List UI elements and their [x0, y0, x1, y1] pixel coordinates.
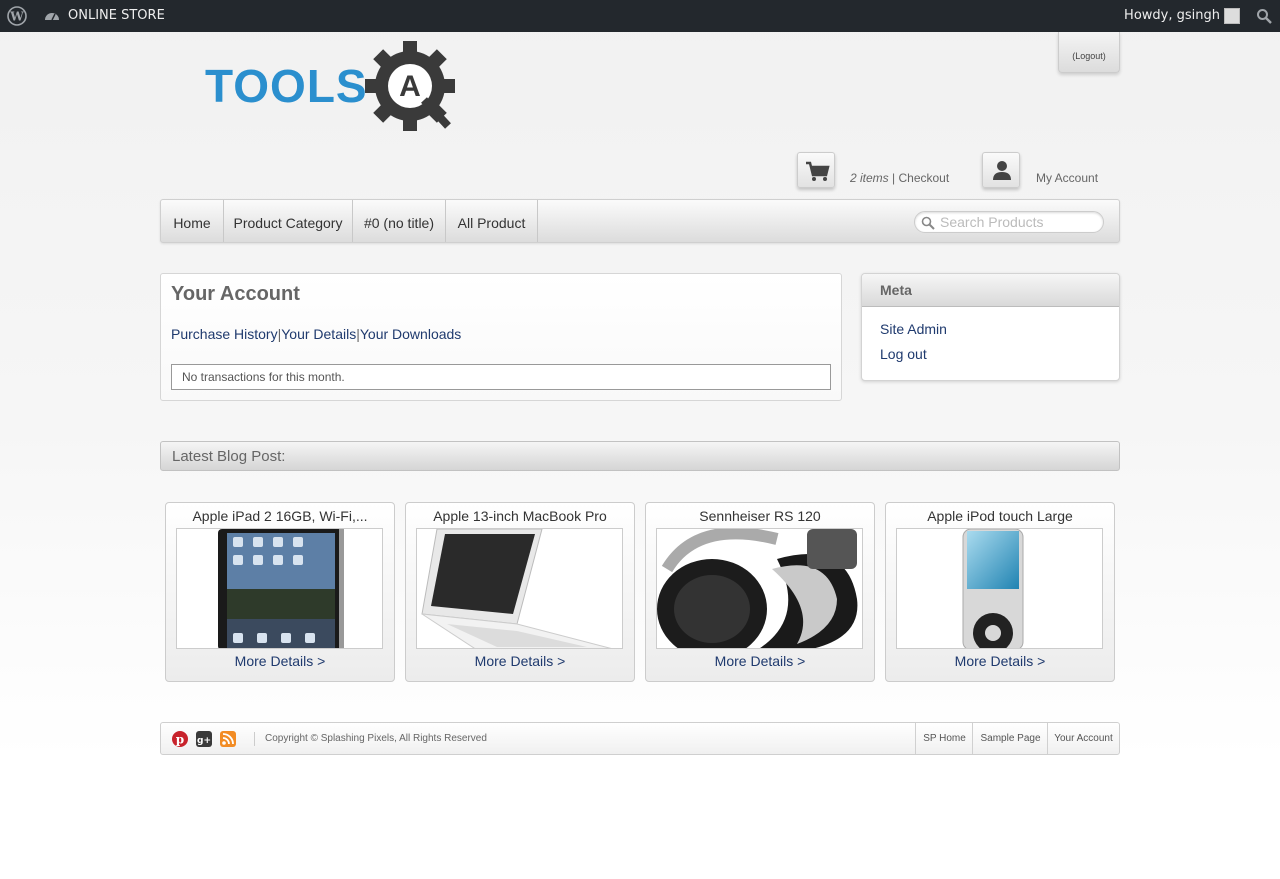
nav-item-all-product[interactable]: All Product	[446, 200, 538, 242]
more-details-link[interactable]: More Details >	[886, 653, 1114, 669]
headphones-icon	[657, 529, 858, 648]
product-title[interactable]: Apple 13-inch MacBook Pro	[406, 508, 634, 524]
your-downloads-link[interactable]: Your Downloads	[360, 326, 461, 342]
svg-text:g+: g+	[197, 736, 211, 746]
cart-items-count[interactable]: 2 items	[850, 171, 889, 185]
svg-text:p: p	[176, 733, 184, 747]
log-out-link[interactable]: Log out	[880, 346, 927, 362]
logo-letter: A	[399, 70, 421, 103]
my-account-link[interactable]: My Account	[1036, 171, 1098, 185]
cart-icon	[806, 161, 830, 181]
logo-gear-icon: A	[365, 41, 455, 131]
footer-link-sp-home[interactable]: SP Home	[915, 723, 973, 754]
footer-divider	[254, 732, 255, 746]
more-details-link[interactable]: More Details >	[406, 653, 634, 669]
rss-icon[interactable]	[220, 731, 236, 747]
transactions-message: No transactions for this month.	[171, 364, 831, 390]
meta-widget: Meta Site Admin Log out	[861, 273, 1120, 381]
search-products-input[interactable]	[940, 214, 1100, 230]
product-title[interactable]: Apple iPad 2 16GB, Wi-Fi,...	[166, 508, 394, 524]
product-image[interactable]	[896, 528, 1103, 649]
product-card[interactable]: Apple iPod touch Large More Details >	[885, 502, 1115, 682]
google-plus-icon[interactable]: g+	[196, 731, 212, 747]
checkout-link[interactable]: Checkout	[898, 171, 949, 185]
logo-text: TOOLS	[205, 60, 368, 112]
account-panel: Your Account Purchase History|Your Detai…	[160, 273, 842, 401]
product-image[interactable]	[656, 528, 863, 649]
search-products-box	[914, 211, 1104, 233]
cart-button[interactable]	[797, 152, 835, 188]
product-card[interactable]: Apple iPad 2 16GB, Wi-Fi,... More Detail…	[165, 502, 395, 682]
wordpress-icon[interactable]: W	[7, 6, 27, 26]
account-button[interactable]	[982, 152, 1020, 188]
search-icon[interactable]	[1256, 8, 1272, 24]
user-icon	[993, 161, 1011, 180]
ipod-icon	[962, 529, 1024, 648]
product-title[interactable]: Apple iPod touch Large	[886, 508, 1114, 524]
avatar[interactable]	[1224, 8, 1240, 24]
footer-link-sample-page[interactable]: Sample Page	[972, 723, 1048, 754]
copyright-text: Copyright © Splashing Pixels, All Rights…	[265, 733, 487, 744]
cart-separator: |	[888, 171, 899, 185]
search-icon[interactable]	[921, 216, 935, 230]
pinterest-icon[interactable]: p	[172, 731, 188, 747]
meta-title: Meta	[862, 274, 1119, 307]
more-details-link[interactable]: More Details >	[166, 653, 394, 669]
page-title: Your Account	[171, 283, 300, 305]
footer-link-your-account[interactable]: Your Account	[1047, 723, 1119, 754]
logout-button[interactable]: (Logout)	[1058, 32, 1120, 73]
nav-item-product-category[interactable]: Product Category	[224, 200, 353, 242]
site-name-link[interactable]: ONLINE STORE	[68, 8, 165, 23]
more-details-link[interactable]: More Details >	[646, 653, 874, 669]
ipad-icon	[218, 529, 344, 648]
latest-blog-post-heading: Latest Blog Post:	[160, 441, 1120, 471]
main-nav: Home Product Category #0 (no title) All …	[160, 199, 1120, 243]
dashboard-icon[interactable]	[44, 8, 60, 24]
footer: p g+ Copyright © Splashing Pixels, All R…	[160, 722, 1120, 755]
nav-item-no-title[interactable]: #0 (no title)	[353, 200, 446, 242]
howdy-user[interactable]: Howdy, gsingh	[1124, 8, 1220, 23]
product-image[interactable]	[176, 528, 383, 649]
nav-item-home[interactable]: Home	[161, 200, 224, 242]
admin-bar: W ONLINE STORE Howdy, gsingh	[0, 0, 1280, 32]
product-card[interactable]: Apple 13-inch MacBook Pro More Details >	[405, 502, 635, 682]
svg-text:W: W	[9, 10, 24, 24]
purchase-history-link[interactable]: Purchase History	[171, 326, 278, 342]
product-image[interactable]	[416, 528, 623, 649]
site-admin-link[interactable]: Site Admin	[880, 321, 947, 337]
product-card[interactable]: Sennheiser RS 120 More Details >	[645, 502, 875, 682]
cart-summary[interactable]: 2 items | Checkout	[850, 171, 949, 185]
product-title[interactable]: Sennheiser RS 120	[646, 508, 874, 524]
macbook-icon	[421, 529, 612, 648]
site-logo[interactable]: TOOLS A	[205, 41, 457, 133]
account-links: Purchase History|Your Details|Your Downl…	[171, 326, 461, 342]
your-details-link[interactable]: Your Details	[281, 326, 356, 342]
